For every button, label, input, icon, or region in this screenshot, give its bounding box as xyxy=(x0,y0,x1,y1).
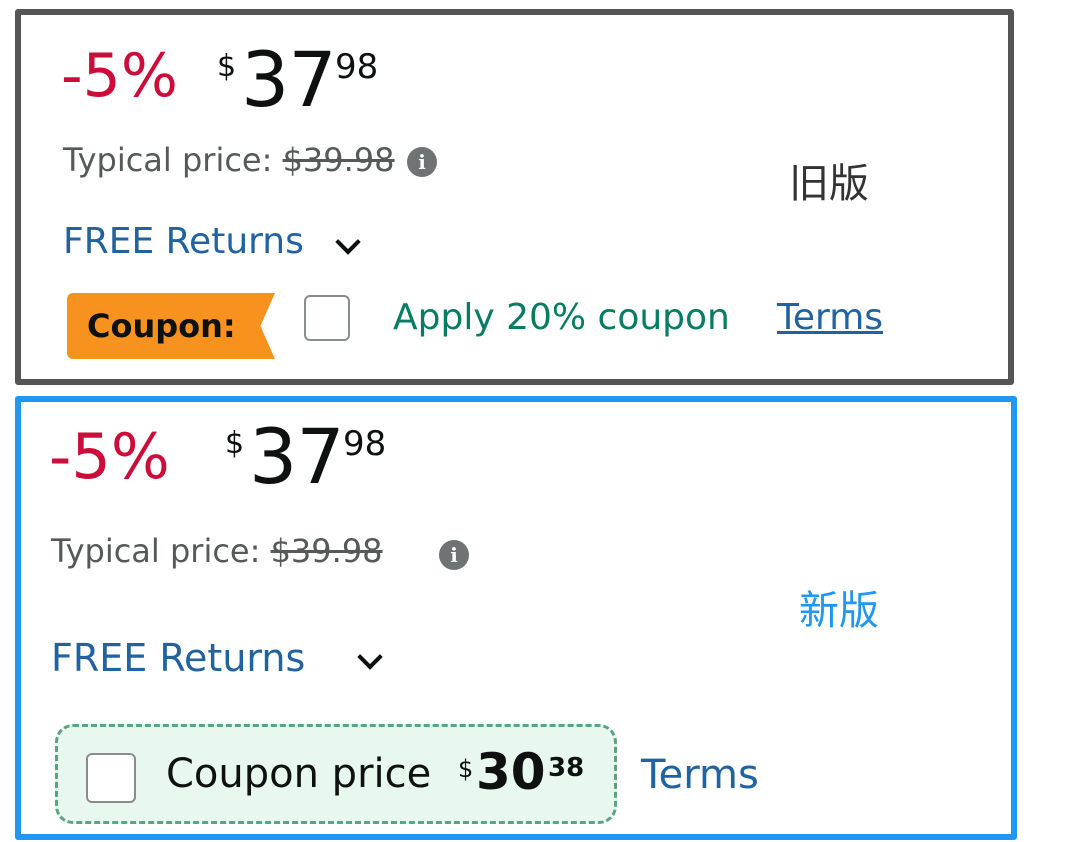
price-symbol: $ xyxy=(225,426,245,461)
new-version-panel: -5% $ 37 98 Typical price: $39.98 i FREE… xyxy=(15,396,1017,840)
coupon-price-label: Coupon price xyxy=(166,751,432,797)
coupon-checkbox[interactable] xyxy=(86,753,136,803)
chevron-down-icon[interactable] xyxy=(335,229,361,255)
terms-link[interactable]: Terms xyxy=(641,752,759,798)
coupon-badge-label: Coupon: xyxy=(87,307,236,345)
coupon-price-box[interactable]: Coupon price $ 30 38 xyxy=(55,724,617,824)
free-returns-link[interactable]: FREE Returns xyxy=(63,221,304,262)
typical-price-value: $39.98 xyxy=(282,141,395,179)
info-icon[interactable]: i xyxy=(407,147,437,177)
price: $ 37 98 xyxy=(217,35,397,125)
coupon-price-fraction: 38 xyxy=(548,753,585,783)
coupon-price: $ 30 38 xyxy=(458,743,598,813)
typical-price-label: Typical price: xyxy=(51,532,261,570)
discount-percent: -5% xyxy=(61,41,178,111)
version-label: 旧版 xyxy=(789,161,869,207)
coupon-checkbox[interactable] xyxy=(304,295,350,341)
typical-price: Typical price: $39.98 xyxy=(63,141,395,179)
free-returns-link[interactable]: FREE Returns xyxy=(51,636,305,680)
discount-percent: -5% xyxy=(49,420,170,493)
price-fraction: 98 xyxy=(343,424,387,464)
old-version-panel: -5% $ 37 98 Typical price: $39.98 i FREE… xyxy=(15,9,1014,385)
price-fraction: 98 xyxy=(335,47,379,87)
chevron-down-icon[interactable] xyxy=(357,644,383,670)
apply-coupon-label[interactable]: Apply 20% coupon xyxy=(393,297,730,338)
price-whole: 37 xyxy=(241,35,337,124)
typical-price-value: $39.98 xyxy=(270,532,383,570)
coupon-price-symbol: $ xyxy=(458,755,474,783)
price-symbol: $ xyxy=(217,49,237,84)
info-icon[interactable]: i xyxy=(439,540,469,570)
terms-link[interactable]: Terms xyxy=(777,297,883,338)
price-whole: 37 xyxy=(249,412,345,501)
version-label: 新版 xyxy=(799,588,879,634)
coupon-price-whole: 30 xyxy=(476,743,546,801)
price: $ 37 98 xyxy=(225,412,425,502)
typical-price: Typical price: $39.98 xyxy=(51,532,383,570)
coupon-badge: Coupon: xyxy=(67,293,275,359)
typical-price-label: Typical price: xyxy=(63,141,273,179)
